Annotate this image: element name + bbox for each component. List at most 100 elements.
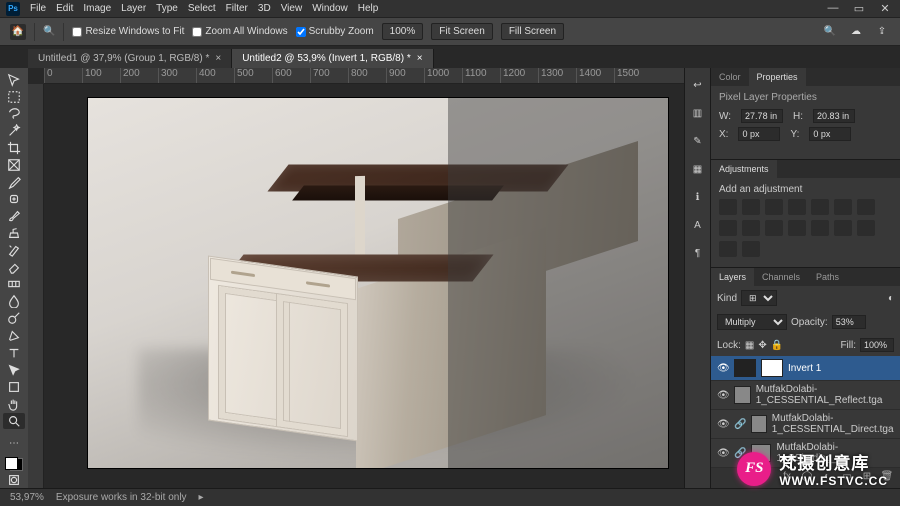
menu-help[interactable]: Help xyxy=(358,3,379,14)
adj-hue-icon[interactable] xyxy=(834,199,852,215)
pen-tool[interactable] xyxy=(3,327,25,343)
layer-thumb[interactable] xyxy=(751,415,766,433)
adj-levels-icon[interactable] xyxy=(742,199,760,215)
link-icon[interactable]: 🔗 xyxy=(734,419,746,430)
layer-thumb[interactable] xyxy=(734,359,756,377)
zoom-level[interactable]: 53,97% xyxy=(10,492,44,503)
blur-tool[interactable] xyxy=(3,293,25,309)
adj-vibrance-icon[interactable] xyxy=(811,199,829,215)
search-icon[interactable]: 🔍 xyxy=(822,24,838,40)
layer-name[interactable]: MutfakDolabi-1_CESSENTIAL_Reflect.tga xyxy=(756,384,894,406)
frame-tool[interactable] xyxy=(3,157,25,173)
quick-mask-toggle[interactable] xyxy=(3,472,25,488)
ruler-vertical[interactable] xyxy=(28,84,44,488)
canvas-area[interactable]: 0100200300400500600700800900100011001200… xyxy=(28,68,684,488)
x-input[interactable] xyxy=(738,127,780,141)
btn-fill-screen[interactable]: Fill Screen xyxy=(501,23,564,40)
adj-bw-icon[interactable] xyxy=(719,220,737,236)
menu-edit[interactable]: Edit xyxy=(56,3,73,14)
shape-tool[interactable] xyxy=(3,379,25,395)
opt-zoom-all[interactable]: Zoom All Windows xyxy=(192,26,287,37)
magic-wand-tool[interactable] xyxy=(3,123,25,139)
opt-resize-windows[interactable]: Resize Windows to Fit xyxy=(72,26,184,37)
document-canvas[interactable] xyxy=(88,98,668,468)
tab-layers[interactable]: Layers xyxy=(711,268,754,286)
adj-photofilter-icon[interactable] xyxy=(742,220,760,236)
adj-threshold-icon[interactable] xyxy=(857,220,875,236)
tab-channels[interactable]: Channels xyxy=(754,268,808,286)
layer-row[interactable]: 👁 MutfakDolabi-1_CESSENTIAL_Reflect.tga xyxy=(711,381,900,410)
close-icon[interactable]: × xyxy=(215,53,221,64)
color-swatch[interactable] xyxy=(5,457,23,471)
edit-toolbar[interactable]: ⋯ xyxy=(3,435,25,451)
menu-image[interactable]: Image xyxy=(83,3,111,14)
paragraph-icon[interactable]: ¶ xyxy=(689,244,707,262)
menu-select[interactable]: Select xyxy=(188,3,216,14)
tab-properties[interactable]: Properties xyxy=(749,68,806,86)
layer-mask-thumb[interactable] xyxy=(761,359,783,377)
eraser-tool[interactable] xyxy=(3,259,25,275)
ruler-horizontal[interactable]: 0100200300400500600700800900100011001200… xyxy=(44,68,684,84)
adj-posterize-icon[interactable] xyxy=(834,220,852,236)
layer-row[interactable]: 👁 🔗 MutfakDolabi-1_CESSENTIAL_Direct.tga xyxy=(711,410,900,439)
adj-exposure-icon[interactable] xyxy=(788,199,806,215)
layer-name[interactable]: Invert 1 xyxy=(788,363,821,374)
lasso-tool[interactable] xyxy=(3,106,25,122)
dodge-tool[interactable] xyxy=(3,310,25,326)
zoom-tool[interactable] xyxy=(3,413,25,429)
marquee-tool[interactable] xyxy=(3,89,25,105)
swatches-icon[interactable]: ▦ xyxy=(689,160,707,178)
brush-tool[interactable] xyxy=(3,208,25,224)
eyedropper-tool[interactable] xyxy=(3,174,25,190)
layer-filter-select[interactable]: ⊞ xyxy=(741,290,777,306)
visibility-icon[interactable]: 👁 xyxy=(717,390,729,401)
window-minimize[interactable]: — xyxy=(824,2,842,15)
zoom-tool-icon[interactable]: 🔍 xyxy=(43,26,55,37)
adj-brightness-icon[interactable] xyxy=(719,199,737,215)
history-brush-tool[interactable] xyxy=(3,242,25,258)
menu-layer[interactable]: Layer xyxy=(121,3,146,14)
share-icon[interactable]: ⇪ xyxy=(874,24,890,40)
btn-100pct[interactable]: 100% xyxy=(382,23,424,40)
menu-3d[interactable]: 3D xyxy=(258,3,271,14)
crop-tool[interactable] xyxy=(3,140,25,156)
window-close[interactable]: ✕ xyxy=(876,2,894,15)
window-restore[interactable]: ▭ xyxy=(850,2,868,15)
menu-view[interactable]: View xyxy=(281,3,303,14)
lock-position-icon[interactable]: ✥ xyxy=(758,340,766,351)
visibility-icon[interactable]: 👁 xyxy=(717,419,729,430)
menu-file[interactable]: File xyxy=(30,3,46,14)
lock-all-icon[interactable]: 🔒 xyxy=(771,340,783,351)
libraries-icon[interactable]: ▥ xyxy=(689,104,707,122)
gradient-tool[interactable] xyxy=(3,276,25,292)
tab-doc-2[interactable]: Untitled2 @ 53,9% (Invert 1, RGB/8) *× xyxy=(232,49,433,68)
type-tool[interactable] xyxy=(3,345,25,361)
tab-adjustments[interactable]: Adjustments xyxy=(711,160,777,178)
close-icon[interactable]: × xyxy=(417,53,423,64)
height-input[interactable] xyxy=(813,109,855,123)
character-icon[interactable]: A xyxy=(689,216,707,234)
history-icon[interactable]: ↩ xyxy=(689,76,707,94)
layer-thumb[interactable] xyxy=(734,386,751,404)
menu-filter[interactable]: Filter xyxy=(226,3,248,14)
blend-mode-select[interactable]: Multiply xyxy=(717,314,787,330)
visibility-icon[interactable]: 👁 xyxy=(717,448,729,459)
btn-fit-screen[interactable]: Fit Screen xyxy=(431,23,493,40)
menu-window[interactable]: Window xyxy=(312,3,348,14)
menu-type[interactable]: Type xyxy=(156,3,178,14)
hand-tool[interactable] xyxy=(3,396,25,412)
visibility-icon[interactable]: 👁 xyxy=(717,363,729,374)
tab-doc-1[interactable]: Untitled1 @ 37,9% (Group 1, RGB/8) *× xyxy=(28,49,232,68)
adj-colorlookup-icon[interactable] xyxy=(788,220,806,236)
width-input[interactable] xyxy=(741,109,783,123)
healing-brush-tool[interactable] xyxy=(3,191,25,207)
cloud-icon[interactable]: ☁ xyxy=(848,24,864,40)
adj-colorbalance-icon[interactable] xyxy=(857,199,875,215)
fill-input[interactable] xyxy=(860,338,894,352)
tab-paths[interactable]: Paths xyxy=(808,268,847,286)
y-input[interactable] xyxy=(809,127,851,141)
adj-curves-icon[interactable] xyxy=(765,199,783,215)
tab-color[interactable]: Color xyxy=(711,68,749,86)
brushes-icon[interactable]: ✎ xyxy=(689,132,707,150)
filter-toggle-icon[interactable]: ◐ xyxy=(888,293,894,304)
